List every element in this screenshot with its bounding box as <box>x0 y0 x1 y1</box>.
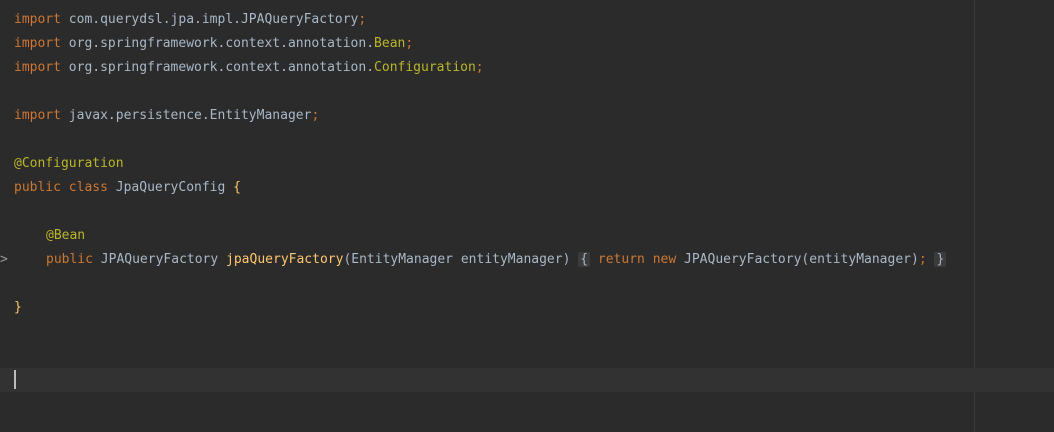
import-path: org.springframework.context.annotation. <box>68 36 375 51</box>
keyword: import <box>14 36 61 51</box>
keyword: class <box>68 180 108 195</box>
semicolon: ; <box>405 36 414 51</box>
code-line-8[interactable]: public class JpaQueryConfig { <box>14 176 241 200</box>
semicolon: ; <box>358 12 367 27</box>
code-line-10[interactable]: @Bean <box>46 224 85 248</box>
keyword: public <box>46 252 93 267</box>
code-line-1[interactable]: import com.querydsl.jpa.impl.JPAQueryFac… <box>14 8 366 32</box>
semicolon: ; <box>918 252 927 267</box>
return-type: JPAQueryFactory <box>100 252 219 267</box>
code-line-2[interactable]: import org.springframework.context.annot… <box>14 32 413 56</box>
semicolon: ; <box>475 60 484 75</box>
imported-class: Bean <box>374 36 406 51</box>
constructor-call: JPAQueryFactory(entityManager) <box>684 252 919 267</box>
imported-class: Configuration <box>374 60 476 75</box>
keyword: public <box>14 180 61 195</box>
method-params: (EntityManager entityManager) <box>343 252 571 267</box>
keyword: import <box>14 60 61 75</box>
annotation: @Bean <box>46 228 86 243</box>
annotation: @Configuration <box>14 156 124 171</box>
import-path: com.querydsl.jpa.impl.JPAQueryFactory <box>68 12 359 27</box>
code-line-3[interactable]: import org.springframework.context.annot… <box>14 56 484 80</box>
class-name: JpaQueryConfig <box>115 180 226 195</box>
fold-open-brace[interactable]: { <box>578 252 591 267</box>
fold-close-brace[interactable]: } <box>934 252 947 267</box>
code-editor[interactable]: > import com.querydsl.jpa.impl.JPAQueryF… <box>0 0 1054 432</box>
current-line-highlight <box>0 368 1054 392</box>
keyword: new <box>652 252 677 267</box>
import-path: javax.persistence.EntityManager <box>68 108 312 123</box>
code-line-13[interactable]: } <box>14 296 22 320</box>
text-caret <box>14 370 16 389</box>
close-brace: } <box>14 300 22 315</box>
method-name: jpaQueryFactory <box>226 252 344 267</box>
fold-chevron-icon[interactable]: > <box>0 251 8 269</box>
keyword: import <box>14 108 61 123</box>
semicolon: ; <box>311 108 320 123</box>
code-line-7[interactable]: @Configuration <box>14 152 124 176</box>
keyword: import <box>14 12 61 27</box>
code-line-5[interactable]: import javax.persistence.EntityManager; <box>14 104 319 128</box>
code-line-11[interactable]: public JPAQueryFactory jpaQueryFactory(E… <box>46 248 947 272</box>
keyword: return <box>597 252 645 267</box>
open-brace: { <box>233 180 241 195</box>
import-path: org.springframework.context.annotation. <box>68 60 375 75</box>
